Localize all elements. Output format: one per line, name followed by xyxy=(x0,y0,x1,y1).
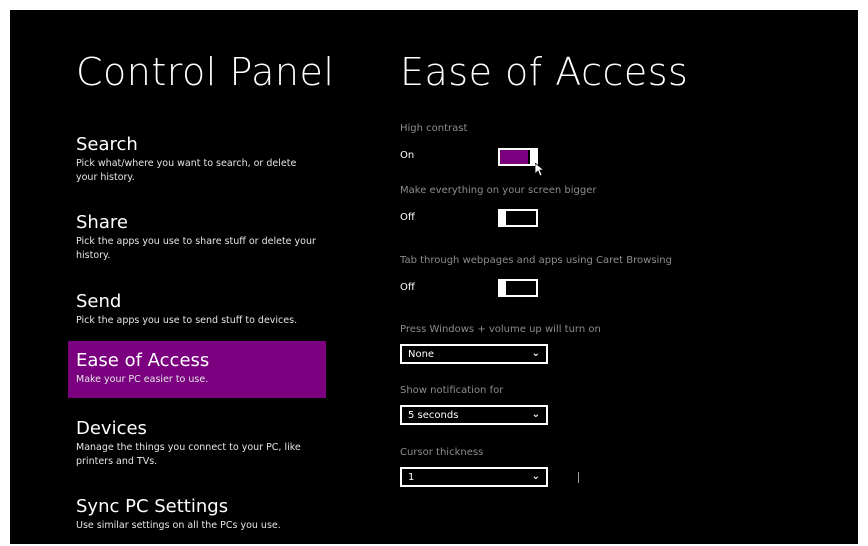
nav-item-sync-pc-settings[interactable]: Sync PC Settings Use similar settings on… xyxy=(68,490,326,539)
nav-item-description: Pick what/where you want to search, or d… xyxy=(76,158,297,183)
bigger-screen-label: Make everything on your screen bigger xyxy=(400,185,597,196)
toggle-knob[interactable] xyxy=(498,279,506,297)
nav-item-description: Manage the things you connect to your PC… xyxy=(76,442,301,467)
nav-item-label: Share xyxy=(76,212,128,233)
page-title: Control Panel xyxy=(76,50,335,94)
caret-browsing-label: Tab through webpages and apps using Care… xyxy=(400,255,672,266)
notification-duration-select[interactable]: 5 seconds ⌄ xyxy=(400,405,548,425)
bigger-screen-state: Off xyxy=(400,212,415,223)
volume-shortcut-label: Press Windows + volume up will turn on xyxy=(400,324,601,335)
select-value: 5 seconds xyxy=(408,410,459,421)
select-value: 1 xyxy=(408,472,415,483)
nav-item-devices[interactable]: Devices Manage the things you connect to… xyxy=(68,412,326,475)
nav-item-search[interactable]: Search Pick what/where you want to searc… xyxy=(68,128,326,191)
nav-item-label: Ease of Access xyxy=(76,350,210,371)
nav-item-description: Use similar settings on all the PCs you … xyxy=(76,520,281,531)
chevron-down-icon: ⌄ xyxy=(531,348,540,359)
chevron-down-icon: ⌄ xyxy=(531,409,540,420)
control-panel-screen: Control Panel Ease of Access Search Pick… xyxy=(10,10,858,544)
volume-shortcut-select[interactable]: None ⌄ xyxy=(400,344,548,364)
cursor-thickness-preview xyxy=(578,472,579,483)
select-value: None xyxy=(408,349,435,360)
notification-label: Show notification for xyxy=(400,385,504,396)
section-title: Ease of Access xyxy=(400,50,689,94)
caret-browsing-toggle[interactable] xyxy=(498,279,538,297)
chevron-down-icon: ⌄ xyxy=(531,471,540,482)
nav-item-description: Make your PC easier to use. xyxy=(76,374,209,385)
cursor-thickness-select[interactable]: 1 ⌄ xyxy=(400,467,548,487)
nav-item-send[interactable]: Send Pick the apps you use to send stuff… xyxy=(68,285,326,334)
nav-item-share[interactable]: Share Pick the apps you use to share stu… xyxy=(68,206,326,269)
nav-item-label: Search xyxy=(76,134,138,155)
nav-item-label: Devices xyxy=(76,418,147,439)
high-contrast-toggle[interactable] xyxy=(498,148,538,166)
nav-item-ease-of-access[interactable]: Ease of Access Make your PC easier to us… xyxy=(68,341,326,398)
high-contrast-label: High contrast xyxy=(400,123,468,134)
nav-item-description: Pick the apps you use to share stuff or … xyxy=(76,236,316,261)
mouse-pointer-icon xyxy=(535,163,545,177)
high-contrast-state: On xyxy=(400,150,415,161)
bigger-screen-toggle[interactable] xyxy=(498,209,538,227)
nav-item-label: Send xyxy=(76,291,122,312)
toggle-fill xyxy=(500,150,528,164)
cursor-thickness-label: Cursor thickness xyxy=(400,447,484,458)
toggle-knob[interactable] xyxy=(498,209,506,227)
caret-browsing-state: Off xyxy=(400,282,415,293)
nav-item-label: Sync PC Settings xyxy=(76,496,229,517)
nav-item-description: Pick the apps you use to send stuff to d… xyxy=(76,315,298,326)
